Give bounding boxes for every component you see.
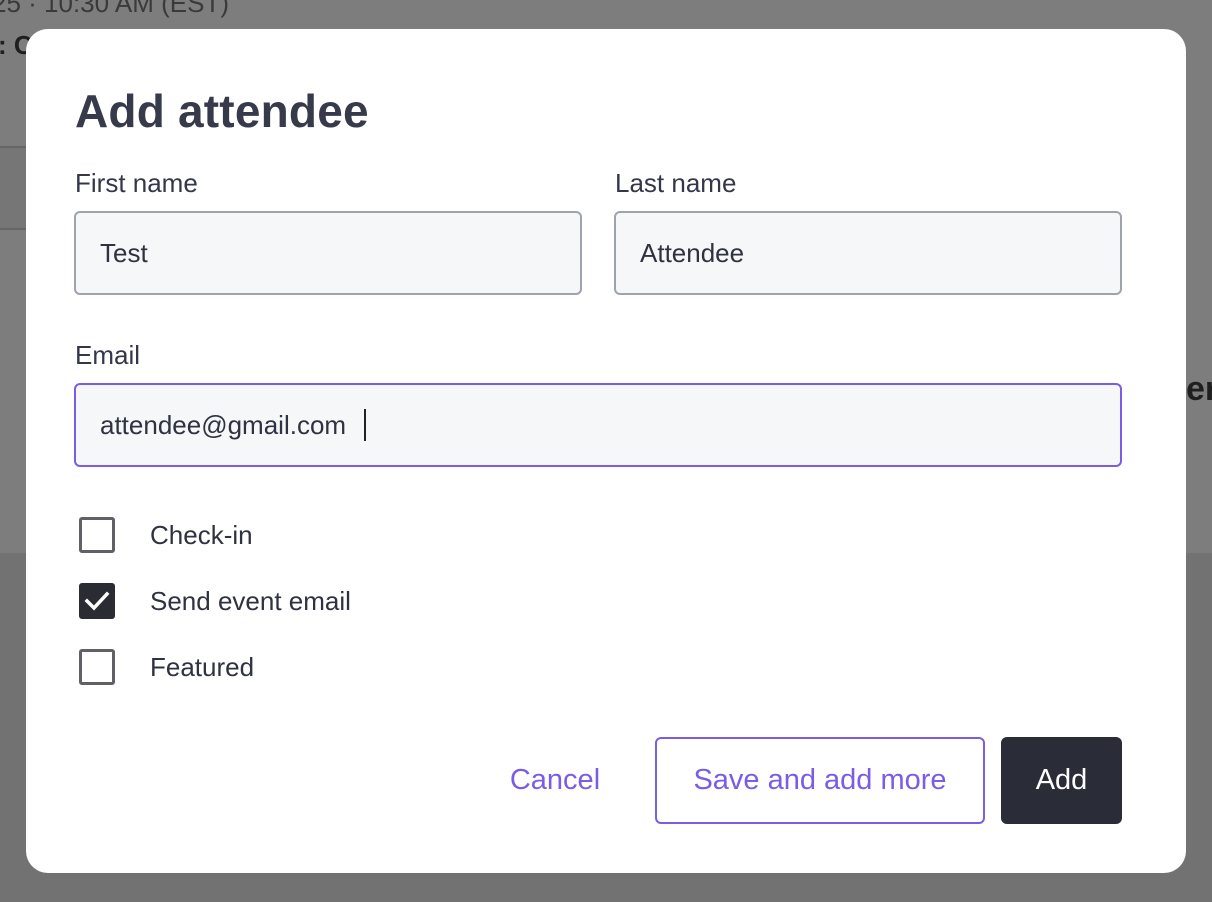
send-event-email-label[interactable]: Send event email: [150, 586, 351, 617]
first-name-input[interactable]: [74, 211, 582, 295]
last-name-input[interactable]: [614, 211, 1122, 295]
featured-label[interactable]: Featured: [150, 652, 254, 683]
email-input[interactable]: [74, 383, 1122, 467]
save-and-add-more-button[interactable]: Save and add more: [655, 737, 985, 824]
send-event-email-option[interactable]: Send event email: [79, 581, 351, 621]
check-in-label[interactable]: Check-in: [150, 520, 253, 551]
check-icon: [84, 591, 110, 611]
send-event-email-checkbox[interactable]: [79, 583, 115, 619]
add-button[interactable]: Add: [1001, 737, 1122, 824]
email-label: Email: [75, 340, 141, 370]
add-attendee-dialog: Add attendee First name Last name Email …: [26, 29, 1186, 873]
text-cursor: [364, 409, 366, 441]
cancel-button[interactable]: Cancel: [496, 737, 614, 823]
background-event-time: 25 · 10:30 AM (EST): [0, 0, 229, 18]
background-heading: er: [1186, 370, 1212, 408]
dialog-title: Add attendee: [75, 85, 369, 137]
featured-option[interactable]: Featured: [79, 647, 254, 687]
last-name-label: Last name: [615, 168, 737, 198]
first-name-label: First name: [75, 168, 198, 198]
check-in-option[interactable]: Check-in: [79, 515, 253, 555]
check-in-checkbox[interactable]: [79, 517, 115, 553]
featured-checkbox[interactable]: [79, 649, 115, 685]
